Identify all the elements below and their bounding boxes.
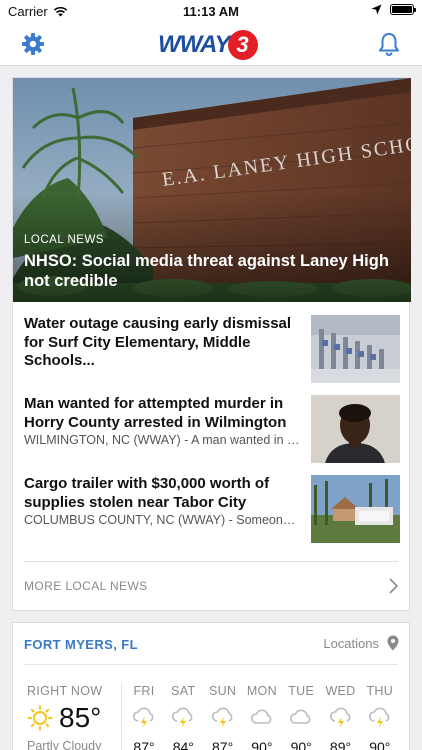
weather-card: FORT MYERS, FL Locations RIGHT NOW 85° P… [12, 622, 410, 750]
story-text: Water outage causing early dismissal for… [24, 315, 302, 371]
app-header: WWAY 3 [0, 22, 422, 66]
story-item[interactable]: Man wanted for attempted murder in Horry… [24, 395, 400, 465]
cloud-icon [284, 707, 318, 729]
forecast-day-temp: 90° [290, 739, 312, 750]
battery-icon [390, 4, 416, 15]
settings-button[interactable] [20, 31, 46, 57]
more-label: MORE LOCAL NEWS [24, 579, 148, 593]
thunderstorm-icon [166, 707, 200, 729]
forecast-day-name: MON [246, 684, 277, 698]
story-title: Water outage causing early dismissal for… [24, 315, 292, 369]
forecast-day-temp: 90° [369, 739, 391, 750]
map-pin-icon [387, 635, 399, 651]
gear-icon [22, 33, 44, 55]
forecast-day: TUE 90° [284, 684, 318, 750]
story-title: Cargo trailer with $30,000 worth of supp… [24, 475, 270, 511]
forecast-day-temp: 84° [172, 739, 194, 750]
status-time: 11:13 AM [183, 4, 239, 19]
thunderstorm-icon [127, 707, 161, 729]
locations-button[interactable]: Locations [323, 635, 399, 651]
story-title: Man wanted for attempted murder in Horry… [24, 395, 287, 431]
forecast-divider [121, 683, 122, 750]
forecast-day: WED 89° [324, 684, 358, 750]
forecast-day: THU 90° [363, 684, 397, 750]
forecast-day-name: WED [325, 684, 356, 698]
forecast-day-name: TUE [288, 684, 315, 698]
right-now-label: RIGHT NOW [27, 684, 103, 698]
story-thumbnail [311, 395, 400, 463]
story-thumbnail [311, 475, 400, 543]
sun-icon [27, 705, 53, 731]
hero-story[interactable]: E.A. LANEY HIGH SCHOOL LOCAL NEWS NHSO: … [13, 78, 411, 302]
story-text: Man wanted for attempted murder in Horry… [24, 395, 302, 449]
forecast-day-temp: 87° [133, 739, 155, 750]
story-text: Cargo trailer with $30,000 worth of supp… [24, 475, 302, 529]
forecast-day-temp: 90° [251, 739, 273, 750]
forecast-day: MON 90° [245, 684, 279, 750]
thunderstorm-icon [363, 707, 397, 729]
current-temperature: 85° [59, 702, 102, 733]
hero-headline: NHSO: Social media threat against Laney … [24, 252, 389, 290]
forecast-day: FRI 87° [127, 684, 161, 750]
logo-text: WWAY [158, 31, 231, 58]
current-condition: Partly Cloudy [27, 739, 102, 750]
hero-category: LOCAL NEWS [24, 234, 104, 246]
story-item[interactable]: Water outage causing early dismissal for… [24, 315, 400, 385]
status-bar: Carrier 11:13 AM [0, 0, 422, 22]
forecast-day-name: SAT [171, 684, 196, 698]
notifications-button[interactable] [376, 31, 402, 57]
logo-number: 3 [227, 30, 258, 60]
more-local-news-link[interactable]: MORE LOCAL NEWS [24, 561, 398, 611]
cloud-icon [245, 707, 279, 729]
forecast-day-name: THU [366, 684, 394, 698]
forecast-day: SUN 87° [206, 684, 240, 750]
forecast-day-temp: 89° [329, 739, 352, 750]
story-thumbnail [311, 315, 400, 383]
forecast-day-temp: 87° [212, 739, 234, 750]
thunderstorm-icon [324, 707, 358, 729]
status-right [371, 4, 416, 15]
location-arrow-icon [371, 4, 382, 15]
weather-divider [24, 664, 398, 665]
forecast-day-name: FRI [133, 684, 155, 698]
news-card: E.A. LANEY HIGH SCHOOL LOCAL NEWS NHSO: … [12, 77, 411, 611]
weather-city[interactable]: FORT MYERS, FL [24, 637, 138, 652]
thunderstorm-icon [206, 707, 240, 729]
chevron-right-icon [389, 578, 398, 594]
wway-logo: WWAY 3 [158, 30, 258, 60]
locations-label: Locations [323, 635, 379, 651]
forecast-day-name: SUN [208, 684, 237, 698]
forecast-day: SAT 84° [166, 684, 200, 750]
story-item[interactable]: Cargo trailer with $30,000 worth of supp… [24, 475, 400, 545]
story-description: COLUMBUS COUNTY, NC (WWAY) - Someone sto… [24, 513, 302, 527]
story-description: WILMINGTON, NC (WWAY) - A man wanted in … [24, 433, 302, 447]
bell-icon [379, 33, 399, 56]
